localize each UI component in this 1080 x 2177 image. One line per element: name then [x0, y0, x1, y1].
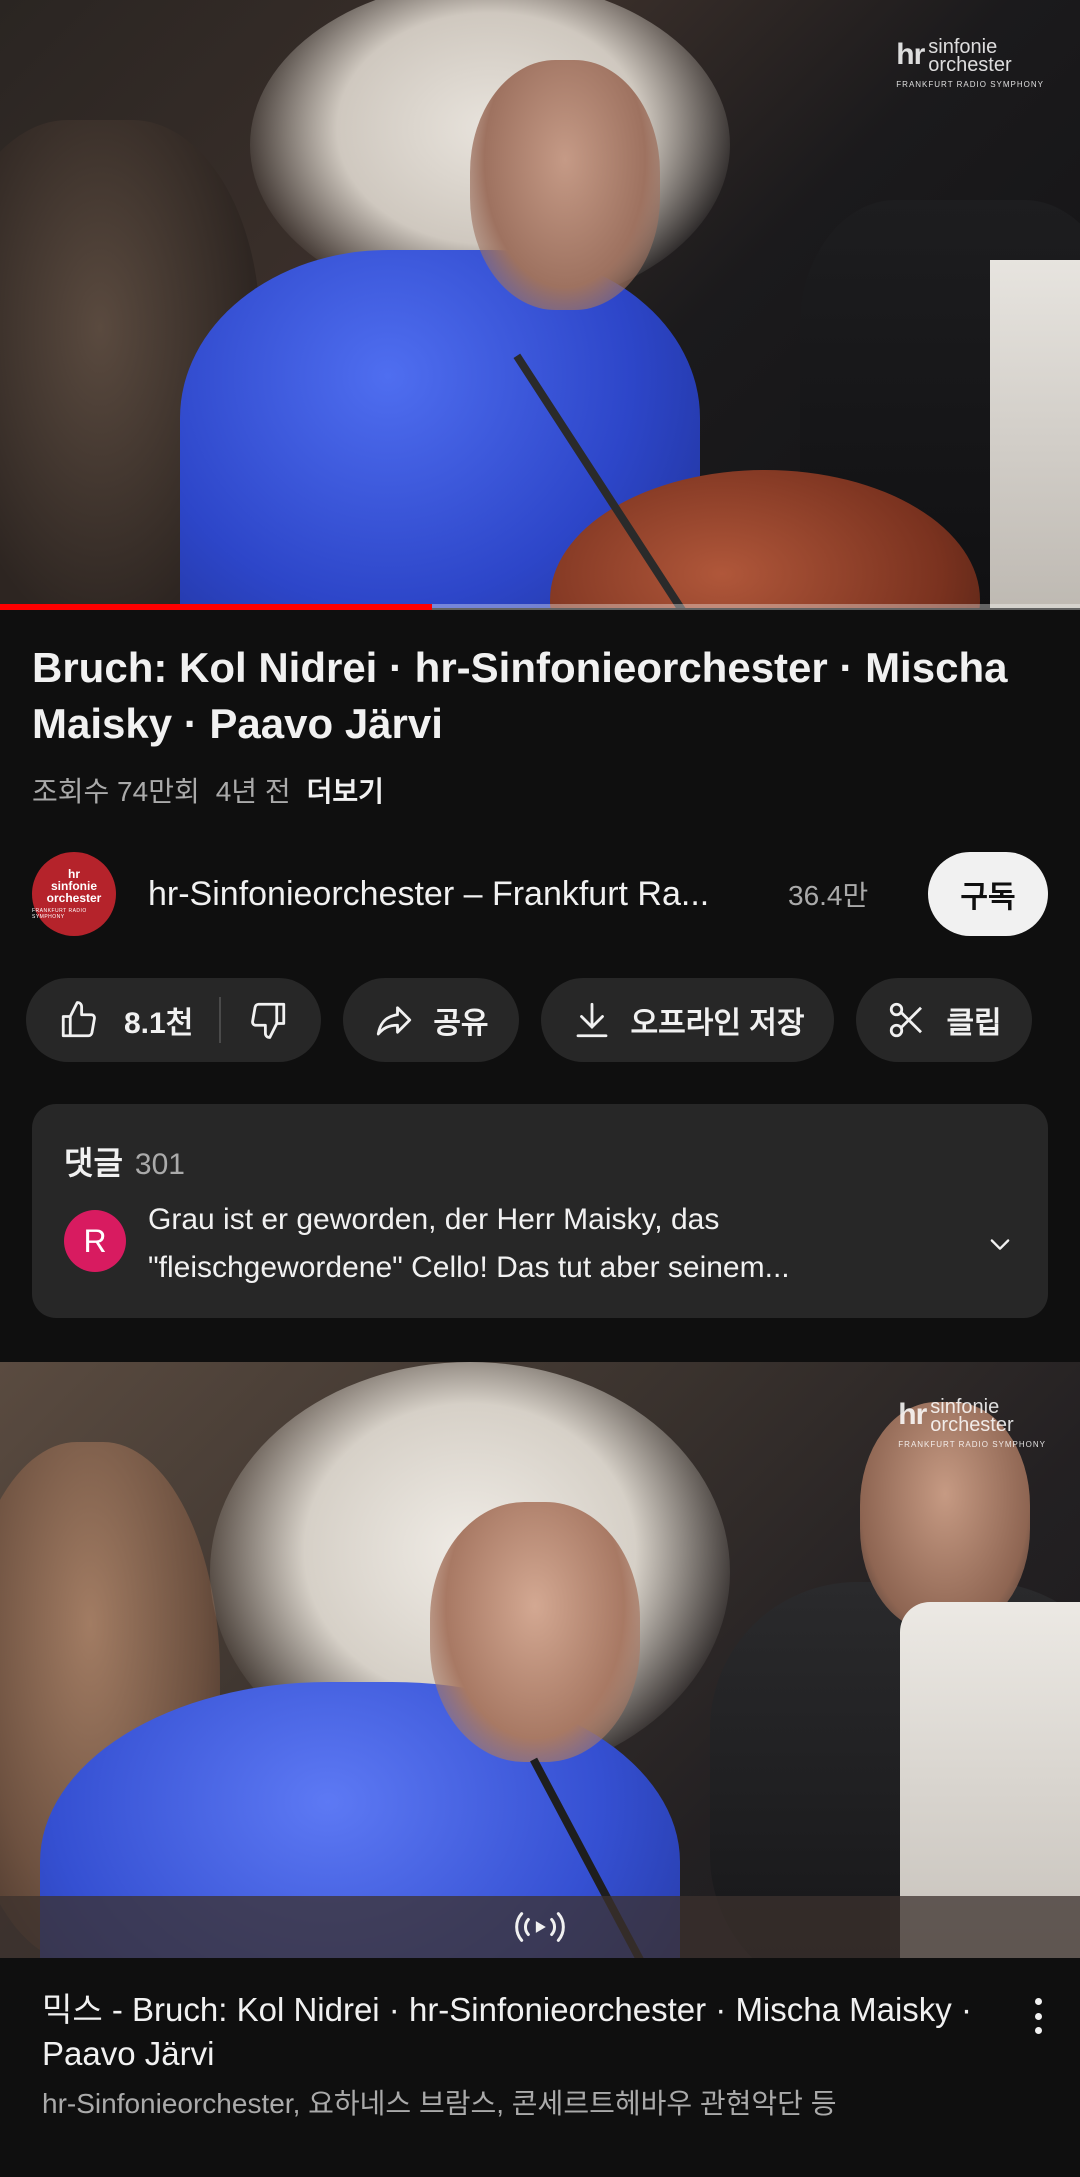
channel-row: hr sinfonie orchester FRANKFURT RADIO SY…	[32, 852, 1048, 936]
like-button[interactable]: 8.1천	[58, 998, 219, 1042]
thumbnail-performer	[430, 1502, 640, 1762]
thumbs-down-icon	[251, 1002, 286, 1039]
mix-indicator-bar	[0, 1896, 1080, 1958]
mix-video-thumbnail[interactable]: hr sinfonie orchester FRANKFURT RADIO SYMP…	[0, 1362, 1080, 1958]
live-broadcast-icon	[515, 1912, 565, 1942]
comments-header: 댓글 301	[64, 1138, 185, 1184]
thumbnail-watermark-logo: hr sinfonie orchester FRANKFURT RADIO SYMP…	[898, 1396, 1046, 1449]
channel-name[interactable]: hr-Sinfonieorchester – Frankfurt Ra...	[148, 875, 758, 914]
video-player[interactable]: hr sinfonie orchester FRANKFURT RADIO SYMP…	[0, 0, 1080, 608]
comments-panel[interactable]: 댓글 301 R Grau ist er geworden, der Herr M…	[32, 1104, 1048, 1318]
thumbs-up-icon	[61, 1001, 96, 1038]
channel-avatar[interactable]: hr sinfonie orchester FRANKFURT RADIO SY…	[32, 852, 116, 936]
share-label: 공유	[433, 1007, 489, 1040]
share-icon	[377, 1006, 412, 1036]
more-vert-icon[interactable]	[1032, 1998, 1044, 2034]
more-button[interactable]: 더보기	[307, 770, 384, 810]
dislike-button[interactable]	[221, 999, 289, 1041]
like-dislike-chip: 8.1천	[26, 978, 322, 1062]
mix-video-title[interactable]: 믹스 - Bruch: Kol Nidrei · hr-Sinfonieorch…	[42, 1988, 972, 2076]
scissors-icon	[890, 1002, 923, 1038]
offline-save-label: 오프라인 저장	[630, 1007, 805, 1040]
mix-video-subtitle: hr-Sinfonieorchester, 요하네스 브람스, 콘세르트헤바우 …	[42, 2088, 837, 2119]
clip-button[interactable]: 클립	[856, 978, 1032, 1062]
comments-count: 301	[134, 1148, 185, 1181]
view-count: 조회수 74만회	[32, 776, 200, 807]
download-icon	[576, 1002, 607, 1038]
upload-age: 4년 전	[215, 776, 291, 807]
channel-watermark-logo: hr sinfonie orchester FRANKFURT RADIO SYMP…	[896, 36, 1044, 89]
video-meta[interactable]: 조회수 74만회 4년 전 더보기	[32, 770, 384, 810]
offline-save-button[interactable]: 오프라인 저장	[540, 978, 835, 1062]
video-title[interactable]: Bruch: Kol Nidrei · hr-Sinfonieorchester…	[32, 640, 1052, 752]
video-progress-bar[interactable]	[0, 604, 1080, 610]
like-count: 8.1천	[124, 1007, 194, 1040]
share-button[interactable]: 공유	[343, 978, 519, 1062]
chevron-down-icon[interactable]	[986, 1230, 1014, 1258]
subscribe-button[interactable]: 구독	[928, 852, 1048, 936]
video-frame-performer	[470, 60, 660, 310]
video-frame-background	[990, 260, 1080, 608]
top-comment-text: Grau ist er geworden, der Herr Maisky, d…	[148, 1203, 790, 1284]
video-progress-fill	[0, 604, 432, 610]
clip-label: 클립	[946, 1007, 1002, 1040]
action-bar: 8.1천 공유 오프라인 저장 클립	[26, 978, 1032, 1062]
commenter-avatar: R	[64, 1210, 126, 1272]
subscriber-count: 36.4만	[788, 880, 869, 911]
comments-title: 댓글	[64, 1145, 123, 1181]
